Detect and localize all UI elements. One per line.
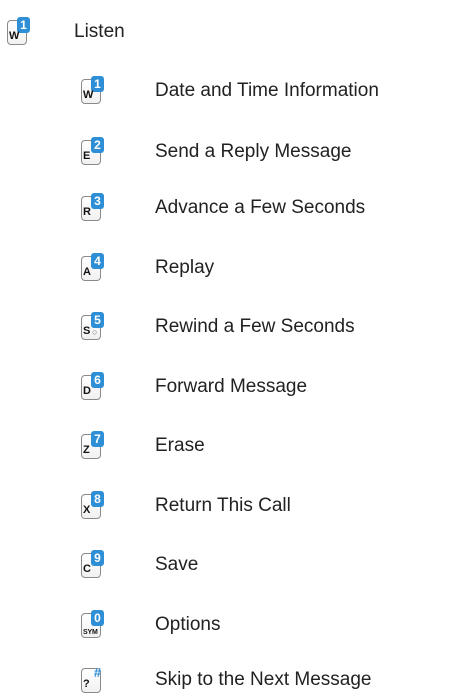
option-date-time-info[interactable]: 1 W Date and Time Information bbox=[80, 73, 379, 109]
keypad-1-icon: 1 W bbox=[6, 17, 32, 47]
keypad-6-icon: 6 D bbox=[80, 372, 106, 402]
key-letter: SYM bbox=[83, 629, 98, 636]
key-number: 6 bbox=[91, 372, 104, 388]
keypad-4-icon: 4 A bbox=[80, 253, 106, 283]
key-letter: S bbox=[83, 325, 91, 337]
option-label: Skip to the Next Message bbox=[155, 669, 372, 690]
option-label: Rewind a Few Seconds bbox=[155, 316, 355, 337]
option-label: Replay bbox=[155, 257, 215, 278]
menu-item-listen[interactable]: 1 W Listen bbox=[6, 14, 125, 50]
option-return-call[interactable]: 8 X Return This Call bbox=[80, 488, 291, 524]
keypad-7-icon: 7 Z bbox=[80, 431, 106, 461]
option-label: Options bbox=[155, 614, 221, 635]
option-replay[interactable]: 4 A Replay bbox=[80, 250, 214, 286]
key-letter: D bbox=[83, 385, 91, 397]
option-label: Save bbox=[155, 554, 199, 575]
key-letter: R bbox=[83, 206, 91, 218]
option-save[interactable]: 9 C Save bbox=[80, 547, 198, 583]
key-letter: ? bbox=[83, 678, 90, 690]
option-rewind-seconds[interactable]: 5 S ○ Rewind a Few Seconds bbox=[80, 309, 355, 345]
keypad-5-icon: 5 S ○ bbox=[80, 312, 106, 342]
keypad-2-icon: 2 E bbox=[80, 137, 106, 167]
option-skip-next[interactable]: # ? Skip to the Next Message bbox=[80, 662, 372, 698]
option-label: Send a Reply Message bbox=[155, 141, 352, 162]
key-letter: X bbox=[83, 504, 91, 516]
key-letter: W bbox=[83, 89, 94, 101]
option-label: Date and Time Information bbox=[155, 80, 379, 101]
keypad-1-icon: 1 W bbox=[80, 76, 106, 106]
key-number: 5 bbox=[91, 312, 104, 328]
keypad-9-icon: 9 C bbox=[80, 550, 106, 580]
key-letter: A bbox=[83, 266, 91, 278]
option-options[interactable]: 0 SYM Options bbox=[80, 607, 220, 643]
key-sub-symbol: ○ bbox=[92, 327, 98, 337]
option-advance-seconds[interactable]: 3 R Advance a Few Seconds bbox=[80, 190, 365, 226]
keypad-3-icon: 3 R bbox=[80, 193, 106, 223]
key-number: 7 bbox=[91, 431, 104, 447]
option-send-reply[interactable]: 2 E Send a Reply Message bbox=[80, 134, 351, 170]
option-label: Advance a Few Seconds bbox=[155, 197, 366, 218]
key-number: 4 bbox=[91, 253, 104, 269]
key-number: 0 bbox=[91, 610, 104, 626]
key-number: 8 bbox=[91, 491, 104, 507]
option-label: Forward Message bbox=[155, 376, 308, 397]
key-number: 2 bbox=[91, 137, 104, 153]
keypad-0-icon: 0 SYM bbox=[80, 610, 106, 640]
key-number: 3 bbox=[91, 193, 104, 209]
option-label: Erase bbox=[155, 435, 205, 456]
key-letter: W bbox=[9, 30, 20, 42]
key-number: 9 bbox=[91, 550, 104, 566]
option-erase[interactable]: 7 Z Erase bbox=[80, 428, 205, 464]
key-number: # bbox=[93, 665, 102, 680]
menu-item-label: Listen bbox=[74, 21, 125, 42]
keypad-8-icon: 8 X bbox=[80, 491, 106, 521]
option-forward-message[interactable]: 6 D Forward Message bbox=[80, 369, 307, 405]
key-letter: Z bbox=[83, 444, 90, 456]
key-letter: E bbox=[83, 150, 91, 162]
key-letter: C bbox=[83, 563, 91, 575]
keypad-hash-icon: # ? bbox=[80, 665, 106, 695]
option-label: Return This Call bbox=[155, 495, 291, 516]
